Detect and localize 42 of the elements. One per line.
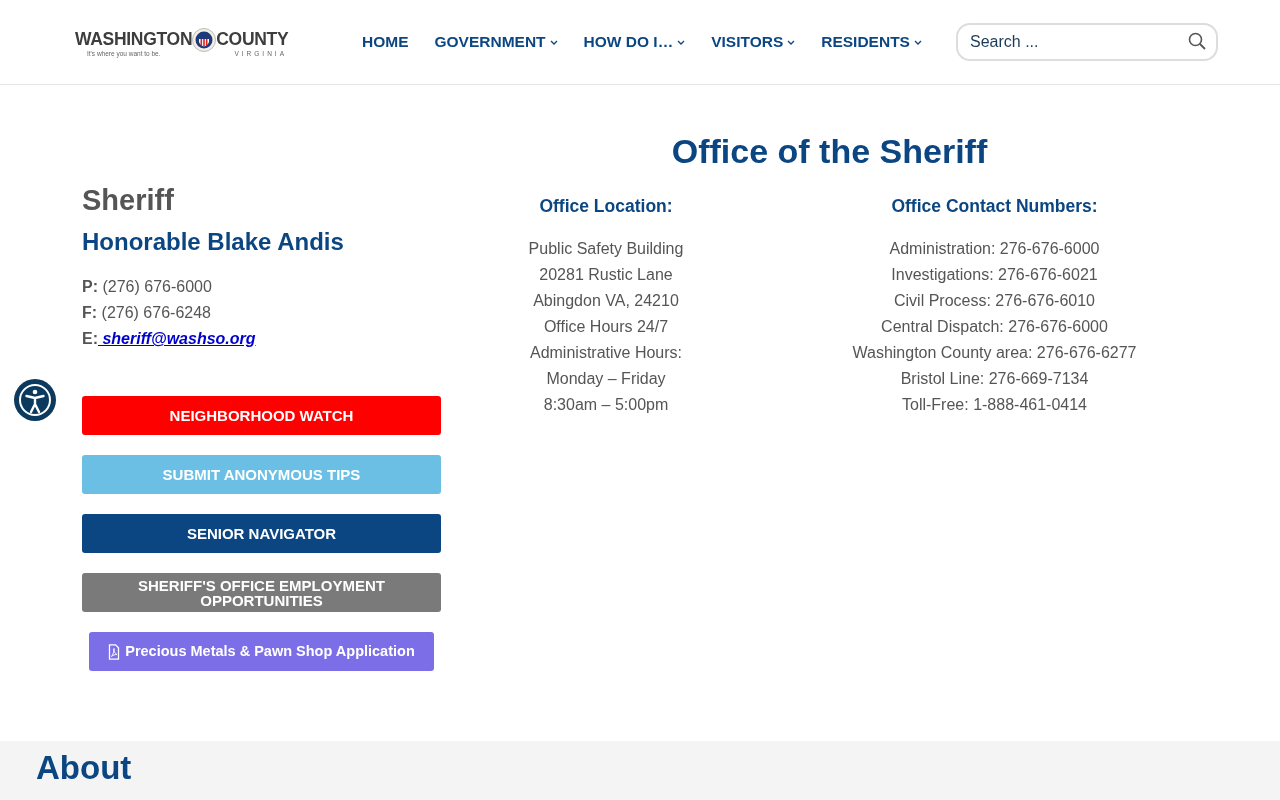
- contact-label: E:: [82, 330, 98, 347]
- info-line: 8:30am – 5:00pm: [543, 395, 669, 415]
- info-line: Administration: 276-676-6000: [889, 239, 1100, 259]
- info-line: Office Hours 24/7: [543, 317, 669, 337]
- seal-icon: [192, 27, 217, 52]
- link-button[interactable]: NEIGHBORHOOD WATCH: [82, 396, 441, 435]
- section-heading: Sheriff: [82, 184, 175, 217]
- info-line: Toll-Free: 1-888-461-0414: [902, 395, 1087, 415]
- info-line: Washington County area: 276-676-6277: [852, 343, 1137, 363]
- info-line: Bristol Line: 276-669-7134: [900, 369, 1089, 389]
- info-line: Central Dispatch: 276-676-6000: [881, 317, 1108, 337]
- info-line: Civil Process: 276-676-6010: [894, 291, 1095, 311]
- logo-text[interactable]: COUNTY: [216, 29, 289, 50]
- nav-link[interactable]: VISITORS: [698, 33, 809, 51]
- page-title: Office of the Sheriff: [671, 132, 988, 171]
- nav-link[interactable]: HOW DO I…: [570, 33, 699, 51]
- nav-link[interactable]: HOME: [349, 33, 422, 51]
- link-button[interactable]: SHERIFF'S OFFICE EMPLOYMENT OPPORTUNITIES: [82, 573, 441, 612]
- link-button[interactable]: SENIOR NAVIGATOR: [82, 514, 441, 553]
- nav-link[interactable]: GOVERNMENT: [421, 33, 571, 51]
- sheriff-name: Honorable Blake Andis: [82, 228, 345, 256]
- info-line: Public Safety Building: [528, 239, 684, 259]
- nav-link[interactable]: RESIDENTS: [808, 33, 935, 51]
- logo-text[interactable]: WASHINGTON: [75, 29, 193, 50]
- pdf-file-icon: [108, 643, 121, 660]
- info-line: Administrative Hours:: [529, 343, 682, 363]
- contact-label: P:: [82, 278, 98, 295]
- column-heading: Office Location:: [539, 196, 673, 217]
- contact-value: (276) 676-6000: [101, 278, 212, 295]
- info-line: Abingdon VA, 24210: [533, 291, 679, 311]
- search-icon: [1188, 32, 1206, 50]
- search-field[interactable]: Search ...: [956, 23, 1218, 61]
- download-button[interactable]: Precious Metals & Pawn Shop Application: [89, 632, 434, 671]
- contact-label: F:: [82, 304, 98, 321]
- contact-value: (276) 676-6248: [100, 304, 211, 321]
- info-line: Investigations: 276-676-6021: [891, 265, 1098, 285]
- accessibility-icon[interactable]: [13, 378, 57, 422]
- column-heading: Office Contact Numbers:: [891, 196, 1098, 217]
- email-link[interactable]: sheriff@washso.org: [98, 330, 256, 347]
- info-line: Monday – Friday: [546, 369, 666, 389]
- section-heading: About: [36, 749, 133, 787]
- info-line: 20281 Rustic Lane: [539, 265, 673, 285]
